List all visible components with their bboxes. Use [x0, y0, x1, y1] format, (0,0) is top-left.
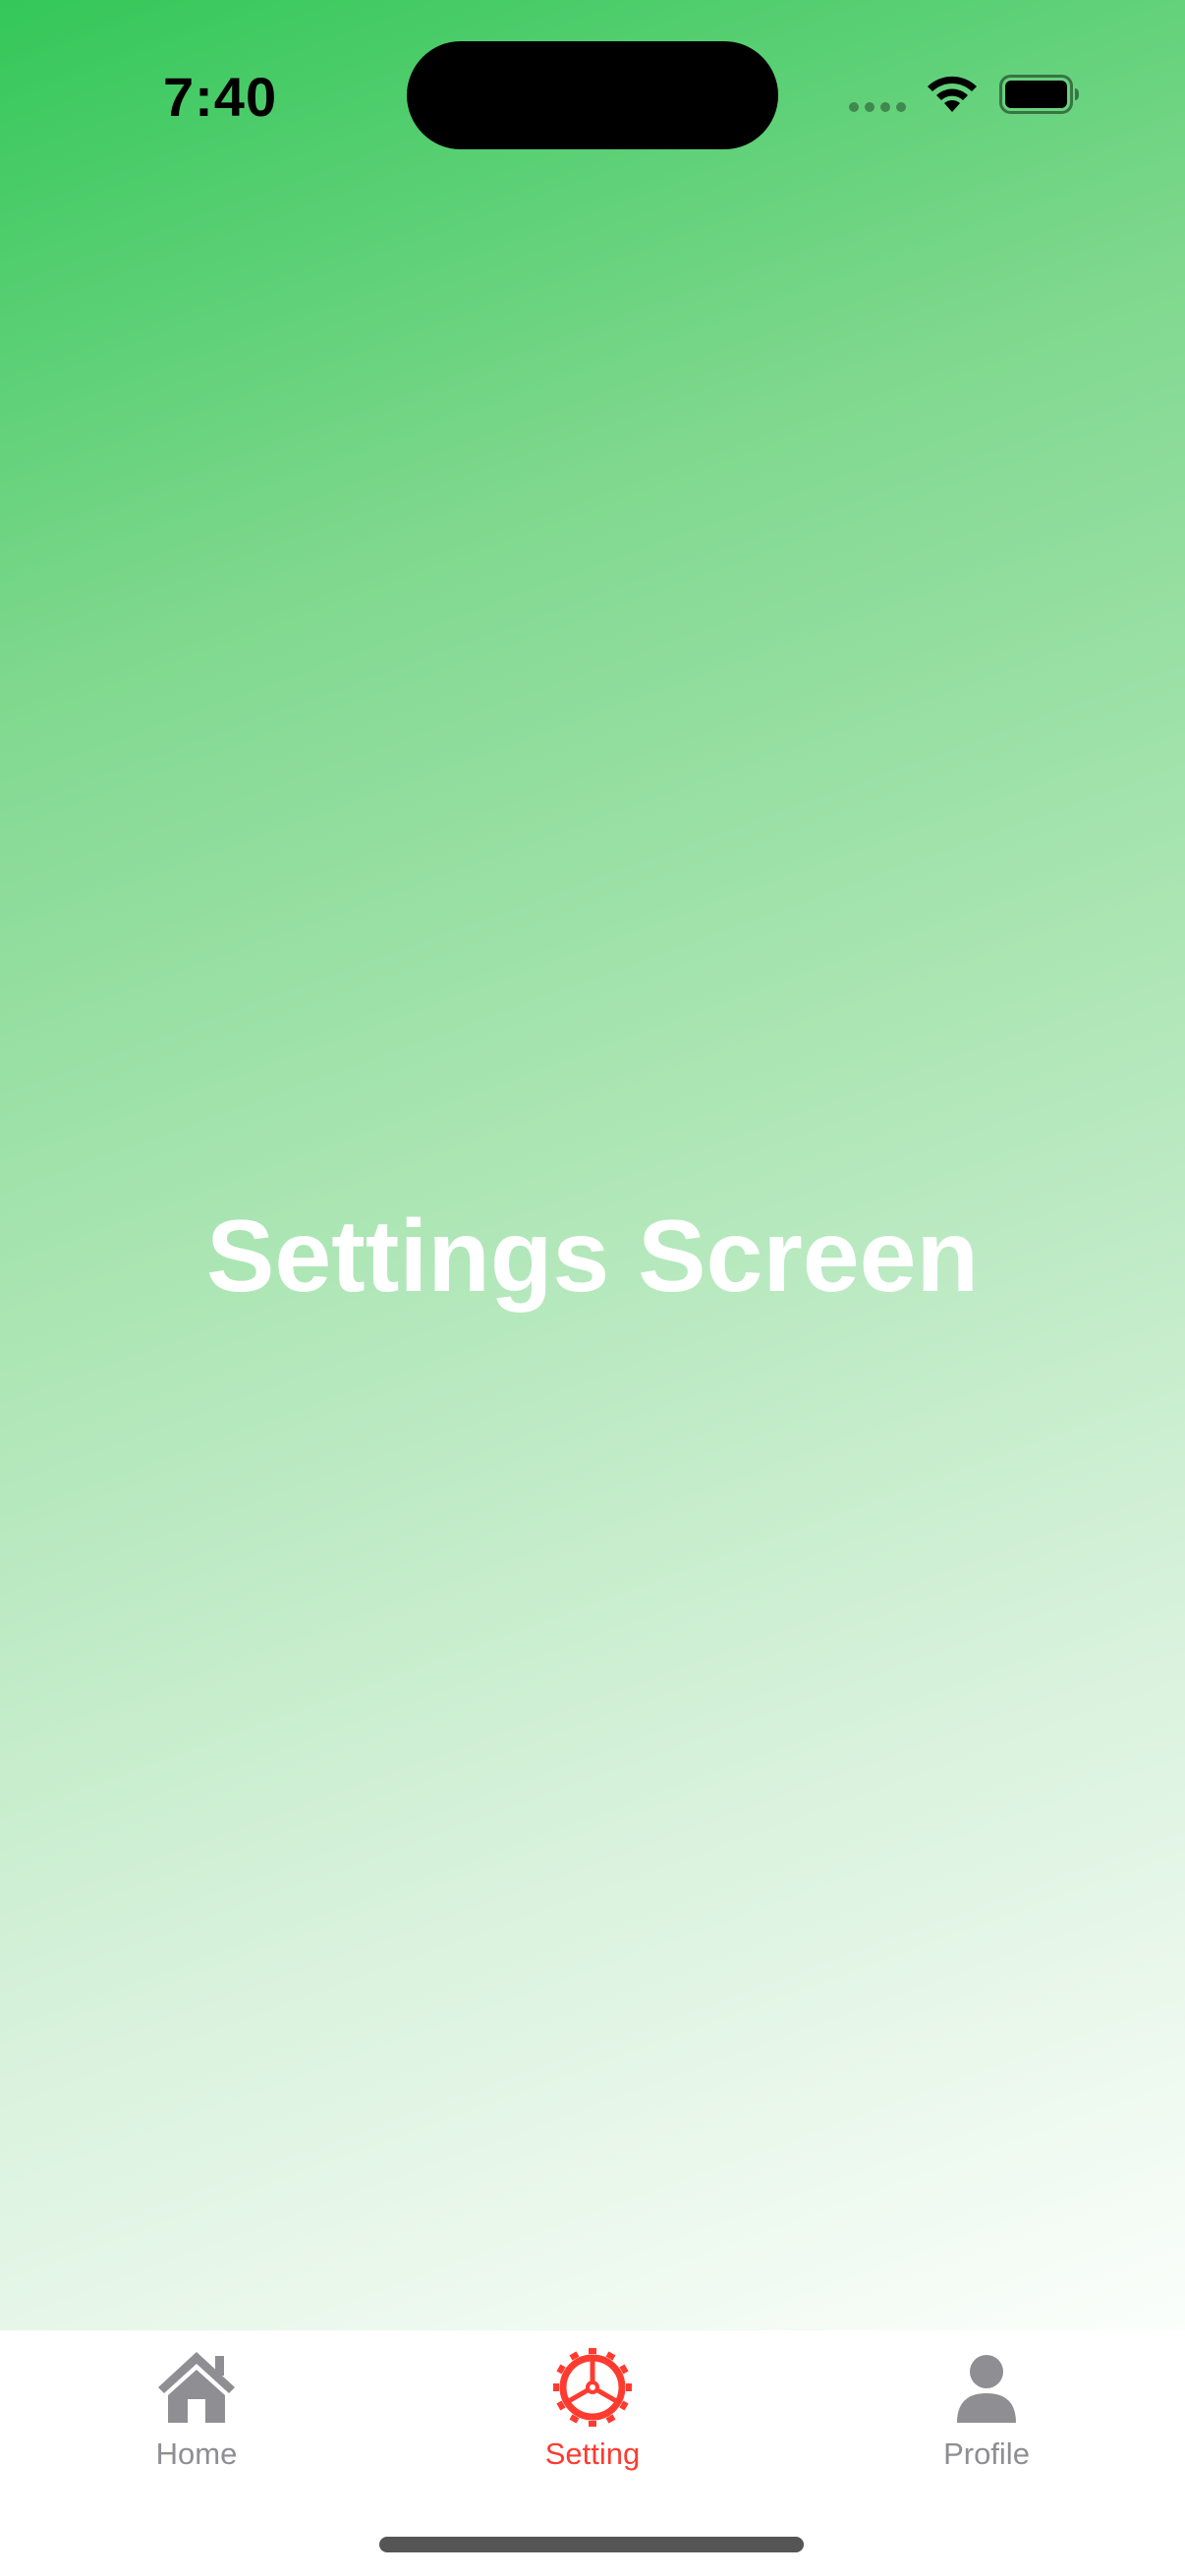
person-icon: [957, 2355, 1016, 2423]
status-time: 7:40: [163, 66, 278, 128]
tab-profile-label: Profile: [943, 2436, 1030, 2471]
house-icon: [158, 2352, 235, 2423]
gradient-background: 7:40 Settings Screen: [0, 0, 1185, 2330]
wifi-icon: [928, 76, 977, 112]
cellular-signal-icon: [849, 102, 908, 116]
battery-icon: [999, 75, 1079, 114]
tab-home[interactable]: Home: [69, 2348, 324, 2495]
tab-home-label: Home: [155, 2436, 238, 2471]
gear-icon: [553, 2348, 632, 2427]
tab-setting-label: Setting: [544, 2436, 641, 2471]
dynamic-island: [407, 41, 778, 149]
tab-profile[interactable]: Profile: [859, 2348, 1114, 2495]
page-title: Settings Screen: [205, 1200, 980, 1314]
settings-screen: 7:40 Settings Screen Home Setting Profil…: [0, 0, 1185, 2576]
home-indicator[interactable]: [379, 2537, 804, 2552]
tab-setting[interactable]: Setting: [465, 2348, 720, 2495]
